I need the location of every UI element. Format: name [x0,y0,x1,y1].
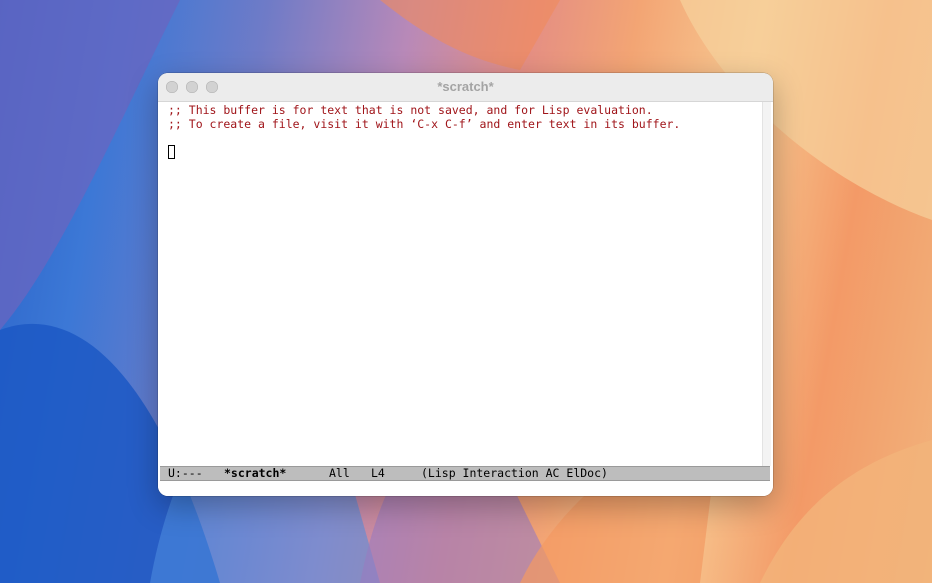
window-title: *scratch* [437,79,494,94]
title-bar[interactable]: *scratch* [158,73,773,102]
emacs-window[interactable]: *scratch* ;; This buffer is for text tha… [158,73,773,496]
modeline-buffer-name[interactable]: *scratch* [224,467,286,480]
buffer-comment-line: ;; This buffer is for text that is not s… [168,103,653,117]
editor-text-area[interactable]: ;; This buffer is for text that is not s… [158,102,764,466]
vertical-scrollbar[interactable] [762,102,771,466]
modeline-position: All [329,466,350,480]
text-cursor [168,145,175,159]
modeline-line-number: L4 [371,466,385,480]
modeline-buffer-status: U:--- [168,466,203,480]
buffer-comment-line: ;; To create a file, visit it with ‘C-x … [168,117,681,131]
minibuffer[interactable] [158,481,773,496]
modeline-major-mode[interactable]: (Lisp Interaction AC ElDoc) [421,467,608,480]
mode-line[interactable]: U:--- *scratch* All L4 (Lisp Interaction… [160,466,770,481]
